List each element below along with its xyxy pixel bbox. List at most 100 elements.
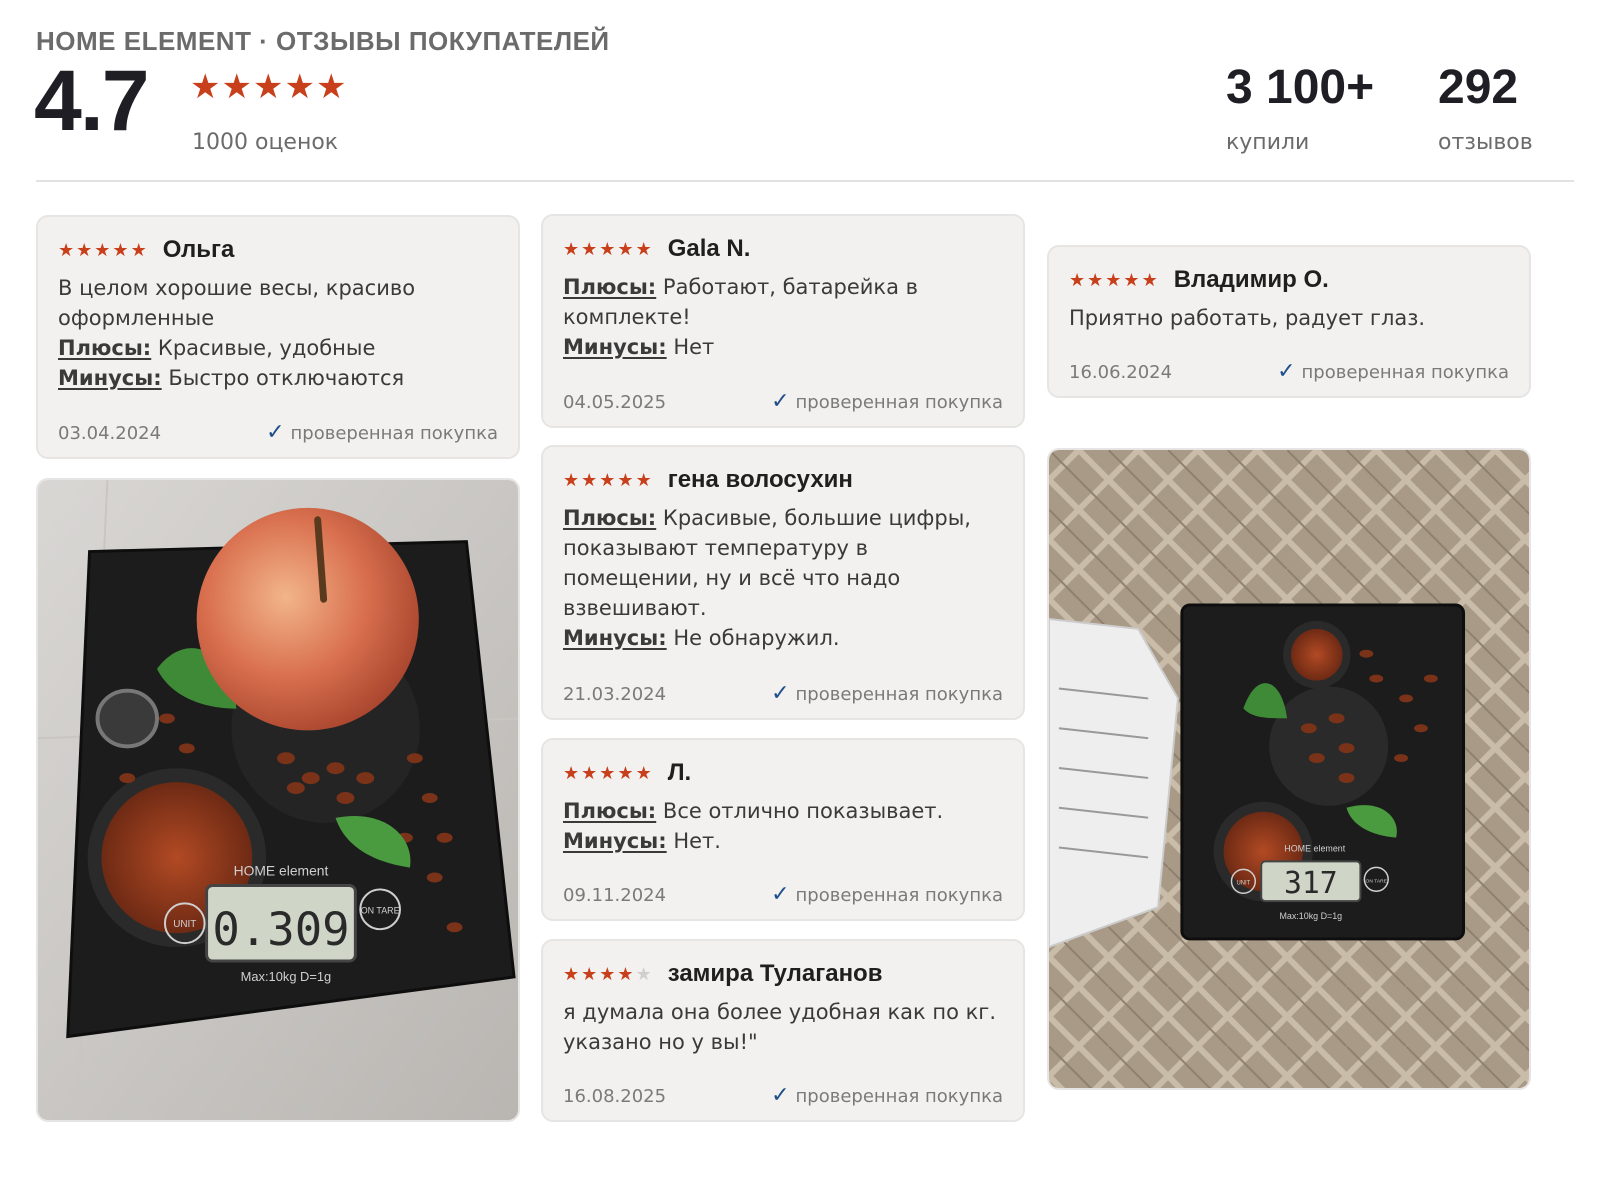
cons-text: Нет. <box>673 829 721 853</box>
star-icon: ★ <box>284 67 316 107</box>
star-icon: ★ <box>599 762 618 784</box>
star-icon: ★ <box>112 239 131 261</box>
star-icon: ★ <box>617 469 636 491</box>
star-icon: ★ <box>1141 269 1160 291</box>
check-icon: ✓ <box>771 882 790 907</box>
header-divider <box>36 180 1574 182</box>
star-icon: ★ <box>94 239 113 261</box>
star-icon: ★ <box>1087 269 1106 291</box>
verified-badge: ✓ проверенная покупка <box>771 681 1003 706</box>
star-icon: ★ <box>1123 269 1142 291</box>
average-rating-stars: ★★★★★ <box>190 70 347 104</box>
star-icon: ★ <box>221 67 253 107</box>
review-author: Ольга <box>162 236 235 263</box>
pros-label: Плюсы: <box>563 506 657 530</box>
pros-text: Красивые, удобные <box>157 336 376 360</box>
review-body: я думала она более удобная как по кг. ук… <box>563 997 1007 1057</box>
scale-brand: HOME element <box>1284 843 1345 853</box>
review-date: 09.11.2024 <box>563 884 667 906</box>
star-icon: ★ <box>1105 269 1124 291</box>
star-icon: ★ <box>130 239 149 261</box>
star-icon: ★ <box>617 762 636 784</box>
review-author: Gala N. <box>667 235 751 262</box>
reviews-label: отзывов <box>1438 130 1533 155</box>
star-icon: ★ <box>599 238 618 260</box>
review-stars: ★★★★★ <box>563 239 654 260</box>
scale-photo-image: 317 HOME element UNIT ON TARE Max:10kg D… <box>1049 450 1529 1088</box>
scale-spec: Max:10kg D=1g <box>241 969 332 984</box>
bought-stat: 3 100+ купили <box>1226 64 1374 156</box>
cons-label: Минусы: <box>563 335 667 359</box>
star-icon: ★ <box>617 238 636 260</box>
review-body: Плюсы: Красивые, большие цифры, показыва… <box>563 503 1007 653</box>
cons-text: Не обнаружил. <box>673 626 840 650</box>
star-icon: ★ <box>581 762 600 784</box>
star-icon: ★ <box>599 963 618 985</box>
cons-label: Минусы: <box>563 829 667 853</box>
star-icon: ★ <box>190 67 222 107</box>
review-author: гена волосухин <box>667 466 853 493</box>
scale-display: 317 <box>1284 866 1338 901</box>
star-icon: ★ <box>581 238 600 260</box>
review-stars: ★★★★★ <box>1069 270 1160 291</box>
star-icon: ★ <box>635 762 654 784</box>
ratings-count[interactable]: 1000 оценок <box>192 130 338 155</box>
review-text: Приятно работать, радует глаз. <box>1069 306 1426 330</box>
review-body: Приятно работать, радует глаз. <box>1069 303 1513 333</box>
star-icon: ★ <box>581 469 600 491</box>
verified-badge: ✓ проверенная покупка <box>771 389 1003 414</box>
review-body: В целом хорошие весы, красиво оформленны… <box>58 273 502 393</box>
review-author: замира Тулаганов <box>667 960 883 987</box>
review-card[interactable]: ★★★★★ Владимир О. Приятно работать, раду… <box>1047 245 1531 398</box>
star-icon: ★ <box>1069 269 1088 291</box>
review-author: Л. <box>667 759 692 786</box>
review-stars: ★★★★★ <box>563 763 654 784</box>
review-photo-scale-on-carpet[interactable]: 317 HOME element UNIT ON TARE Max:10kg D… <box>1047 448 1531 1090</box>
unit-label: UNIT <box>173 919 196 930</box>
average-rating: 4.7 <box>34 53 150 149</box>
cons-label: Минусы: <box>58 366 162 390</box>
review-body: Плюсы: Работают, батарейка в комплекте! … <box>563 272 1007 362</box>
scale-photo-image: 0.309 HOME element UNIT ON TARE Max:10kg… <box>38 480 518 1120</box>
verified-badge: ✓ проверенная покупка <box>771 882 1003 907</box>
reviews-value: 292 <box>1438 61 1519 114</box>
scale-brand: HOME element <box>234 863 329 879</box>
star-icon: ★ <box>315 67 348 107</box>
reviews-stat[interactable]: 292 отзывов <box>1438 61 1533 156</box>
review-author: Владимир О. <box>1173 266 1329 293</box>
review-card[interactable]: ★★★★★ Gala N. Плюсы: Работают, батарейка… <box>541 214 1025 428</box>
tare-label: ON TARE <box>1366 878 1388 884</box>
bought-label: купили <box>1226 130 1310 155</box>
review-card[interactable]: ★★★★★ гена волосухин Плюсы: Красивые, бо… <box>541 445 1025 720</box>
review-stars: ★★★★★ <box>58 240 149 261</box>
star-icon: ★ <box>76 239 95 261</box>
verified-badge: ✓ проверенная покупка <box>1277 359 1509 384</box>
check-icon: ✓ <box>266 420 285 445</box>
review-photo-apple-on-scale[interactable]: 0.309 HOME element UNIT ON TARE Max:10kg… <box>36 478 520 1122</box>
star-icon: ★ <box>563 238 582 260</box>
review-date: 16.08.2025 <box>563 1085 667 1107</box>
star-icon: ★ <box>635 469 654 491</box>
check-icon: ✓ <box>771 1083 790 1108</box>
review-card[interactable]: ★★★★★ Ольга В целом хорошие весы, красив… <box>36 215 520 459</box>
star-icon: ★ <box>581 963 600 985</box>
star-icon: ★ <box>617 963 636 985</box>
scale-display: 0.309 <box>212 903 349 956</box>
star-icon: ★ <box>599 469 618 491</box>
scale-spec: Max:10kg D=1g <box>1279 911 1342 921</box>
cons-text: Нет <box>673 335 715 359</box>
star-icon: ★ <box>563 762 582 784</box>
review-date: 16.06.2024 <box>1069 361 1173 383</box>
check-icon: ✓ <box>771 681 790 706</box>
star-icon: ★ <box>252 67 285 107</box>
review-card[interactable]: ★★★★★ Л. Плюсы: Все отлично показывает. … <box>541 738 1025 921</box>
check-icon: ✓ <box>771 389 790 414</box>
pros-label: Плюсы: <box>563 275 657 299</box>
star-icon: ★ <box>635 963 654 985</box>
review-date: 03.04.2024 <box>58 422 162 444</box>
review-card[interactable]: ★★★★★ замира Тулаганов я думала она боле… <box>541 939 1025 1122</box>
pros-label: Плюсы: <box>58 336 152 360</box>
review-date: 04.05.2025 <box>563 391 667 413</box>
review-text: я думала она более удобная как по кг. ук… <box>563 1000 997 1054</box>
review-stars: ★★★★★ <box>563 964 654 985</box>
